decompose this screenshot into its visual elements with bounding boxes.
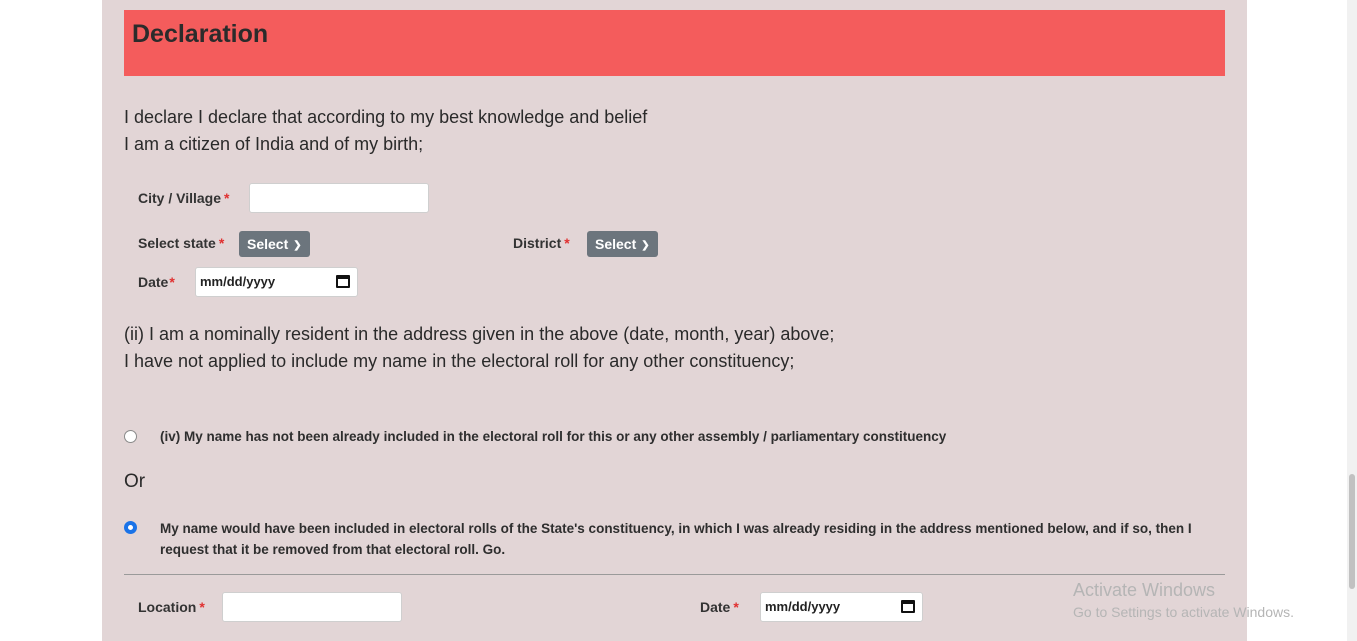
- watermark-title: Activate Windows: [1073, 580, 1216, 600]
- bottom-date-placeholder: mm/dd/yyyy: [765, 599, 841, 614]
- city-input[interactable]: [249, 183, 429, 213]
- resident-line-2: I have not applied to include my name in…: [124, 351, 795, 371]
- location-label: Location *: [138, 599, 205, 615]
- district-label: District *: [513, 235, 570, 251]
- location-input[interactable]: [222, 592, 402, 622]
- required-mark: *: [224, 190, 230, 206]
- date-placeholder: mm/dd/yyyy: [200, 274, 276, 289]
- resident-line-1: (ii) I am a nominally resident in the ad…: [124, 324, 835, 344]
- required-mark: *: [733, 599, 739, 615]
- intro-line-1: I declare I declare that according to my…: [124, 107, 648, 127]
- intro-text: I declare I declare that according to my…: [124, 104, 647, 158]
- required-mark: *: [199, 599, 205, 615]
- scrollbar-thumb[interactable]: [1349, 474, 1355, 589]
- chevron-down-icon: ❯: [641, 240, 650, 251]
- section-header: Declaration: [124, 10, 1225, 76]
- chevron-down-icon: ❯: [293, 240, 302, 251]
- required-mark: *: [564, 235, 570, 251]
- state-select[interactable]: Select ❯: [239, 231, 310, 257]
- district-select[interactable]: Select ❯: [587, 231, 658, 257]
- option-2-line-1: My name would have been included in elec…: [160, 521, 1192, 536]
- divider: [124, 574, 1225, 575]
- option-2-text: My name would have been included in elec…: [160, 518, 1220, 560]
- bottom-date-input[interactable]: mm/dd/yyyy: [760, 592, 923, 622]
- date-label: Date*: [138, 274, 175, 290]
- state-label: Select state *: [138, 235, 225, 251]
- city-label: City / Village *: [138, 190, 230, 206]
- calendar-icon[interactable]: [901, 600, 915, 613]
- intro-line-2: I am a citizen of India and of my birth;: [124, 134, 424, 154]
- or-label: Or: [124, 471, 146, 492]
- page-scrollbar[interactable]: [1347, 0, 1357, 641]
- resident-text: (ii) I am a nominally resident in the ad…: [124, 321, 834, 375]
- radio-option-1[interactable]: [124, 430, 137, 443]
- watermark-subtitle: Go to Settings to activate Windows.: [1073, 604, 1294, 620]
- section-title: Declaration: [132, 20, 269, 48]
- date-input[interactable]: mm/dd/yyyy: [195, 267, 358, 297]
- state-select-value: Select: [247, 236, 289, 252]
- district-select-value: Select: [595, 236, 637, 252]
- radio-option-2[interactable]: [124, 521, 137, 534]
- calendar-icon[interactable]: [336, 275, 350, 288]
- bottom-date-label: Date *: [700, 599, 739, 615]
- required-mark: *: [169, 274, 175, 290]
- option-1-text: (iv) My name has not been already includ…: [160, 429, 947, 444]
- option-2-line-2: request that it be removed from that ele…: [160, 542, 506, 557]
- required-mark: *: [218, 235, 225, 251]
